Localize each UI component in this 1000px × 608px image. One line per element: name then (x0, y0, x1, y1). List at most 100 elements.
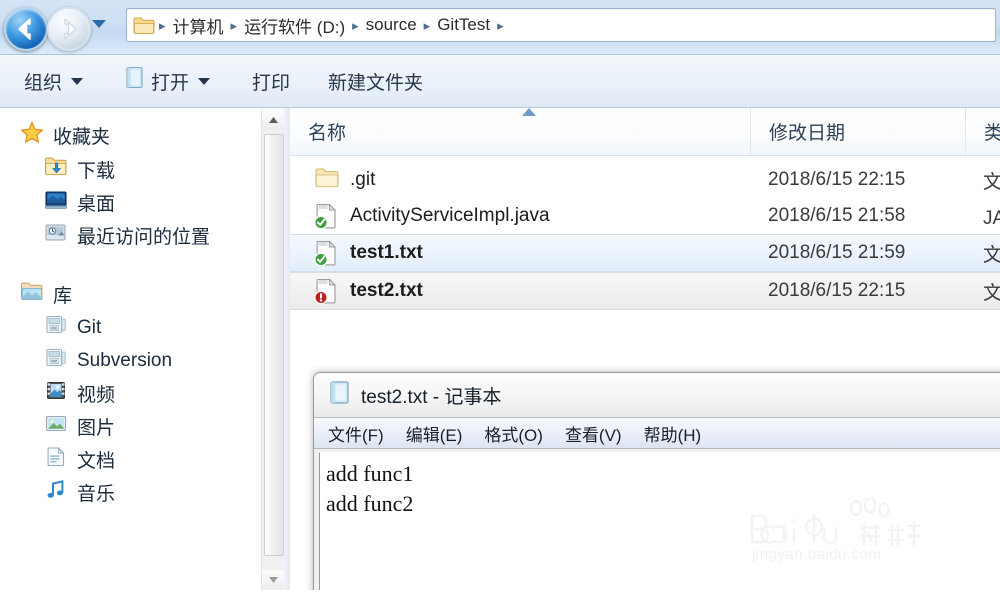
notepad-window[interactable]: test2.txt - 记事本 文件(F) 编辑(E) 格式(O) 查看(V) … (313, 372, 1000, 608)
breadcrumb-item-computer[interactable]: 计算机 (168, 13, 229, 38)
breadcrumb-separator[interactable]: ▸ (422, 19, 433, 32)
downloads-folder-icon (44, 156, 68, 183)
back-button[interactable] (4, 7, 48, 51)
sidebar-item-label: 最近访问的位置 (77, 227, 211, 248)
sidebar-item-label: 文档 (77, 451, 116, 472)
organize-label: 组织 (24, 72, 63, 94)
column-header-name[interactable]: 名称 (290, 108, 750, 155)
forward-arrow-icon (64, 18, 77, 40)
sidebar-item-label: 桌面 (77, 194, 116, 215)
music-icon (44, 479, 68, 506)
sidebar-item-downloads[interactable]: 下载 (0, 153, 258, 186)
recent-pages-dropdown[interactable] (92, 20, 106, 28)
notepad-menu-bar: 文件(F) 编辑(E) 格式(O) 查看(V) 帮助(H) (314, 417, 1000, 449)
file-icon (314, 239, 340, 267)
breadcrumb-separator[interactable]: ▸ (229, 19, 240, 32)
sidebar-item-label: 下载 (77, 161, 116, 182)
library-icon (44, 347, 68, 374)
breadcrumb-separator[interactable]: ▸ (350, 19, 361, 32)
print-label: 打印 (252, 72, 291, 94)
pictures-icon (44, 413, 68, 440)
sidebar-item-music[interactable]: 音乐 (0, 476, 258, 509)
sidebar-item-subversion[interactable]: Subversion (0, 344, 258, 377)
column-header-row: 名称 修改日期 类型 (290, 108, 1000, 156)
menu-help[interactable]: 帮助(H) (644, 421, 702, 446)
sidebar-item-recent-places[interactable]: 最近访问的位置 (0, 219, 258, 252)
forward-button[interactable] (47, 7, 91, 51)
file-type: JAVA 文件 (983, 207, 1000, 229)
star-icon (20, 121, 44, 150)
bottom-strip (0, 590, 1000, 608)
red-exclamation-overlay-icon (314, 290, 328, 305)
navigation-pane: 收藏夹 下载 桌面 最近访问的位置 库 Git Subversion 视频 图片… (0, 108, 258, 590)
folder-icon (314, 166, 340, 194)
sidebar-item-documents[interactable]: 文档 (0, 443, 258, 476)
nav-group-favorites[interactable]: 收藏夹 (0, 118, 258, 153)
print-button[interactable]: 打印 (244, 64, 298, 99)
new-folder-button[interactable]: 新建文件夹 (320, 64, 431, 99)
sidebar-item-pictures[interactable]: 图片 (0, 410, 258, 443)
sidebar-item-desktop[interactable]: 桌面 (0, 186, 258, 219)
table-row[interactable]: test2.txt 2018/6/15 22:15 文本文档 (290, 272, 1000, 310)
file-icon (314, 277, 340, 305)
sidebar-item-label: 图片 (77, 418, 116, 439)
nav-group-libraries[interactable]: 库 (0, 278, 258, 311)
menu-view[interactable]: 查看(V) (565, 421, 622, 446)
table-row[interactable]: ActivityServiceImpl.java 2018/6/15 21:58… (290, 198, 1000, 234)
scrollbar-thumb[interactable] (264, 134, 284, 556)
scroll-down-button[interactable] (262, 570, 284, 590)
table-row[interactable]: .git 2018/6/15 22:15 文件夹 (290, 162, 1000, 198)
sidebar-item-label: Git (77, 316, 102, 338)
column-header-date-modified[interactable]: 修改日期 (750, 108, 965, 155)
scroll-up-button[interactable] (262, 110, 284, 130)
sidebar-item-videos[interactable]: 视频 (0, 377, 258, 410)
column-label: 类型 (984, 123, 1000, 144)
file-name-cell: test2.txt (290, 277, 750, 305)
library-icon (44, 314, 68, 341)
column-label: 修改日期 (769, 123, 846, 144)
breadcrumb-separator[interactable]: ▸ (495, 19, 506, 32)
nav-group-label: 库 (53, 286, 73, 307)
column-label: 名称 (308, 123, 347, 144)
green-check-overlay-icon (314, 215, 328, 230)
breadcrumb-item-drive-d[interactable]: 运行软件 (D:) (239, 13, 350, 38)
document-icon (125, 66, 145, 96)
chevron-down-icon (268, 577, 278, 583)
file-date: 2018/6/15 22:15 (768, 280, 906, 301)
notepad-text-area[interactable]: add func1 add func2 (319, 452, 1000, 608)
breadcrumb-separator[interactable]: ▸ (157, 19, 168, 32)
table-row[interactable]: test1.txt 2018/6/15 21:59 文本文档 (290, 234, 1000, 272)
sidebar-item-label: 视频 (77, 385, 116, 406)
file-type: 文件夹 (983, 171, 1000, 193)
chevron-up-icon (268, 117, 278, 123)
documents-icon (44, 446, 68, 473)
notepad-title: test2.txt - 记事本 (361, 386, 502, 408)
libraries-icon (20, 281, 44, 308)
chevron-down-icon (198, 77, 211, 85)
organize-button[interactable]: 组织 (16, 64, 91, 99)
column-header-type[interactable]: 类型 (965, 108, 1000, 155)
open-button[interactable]: 打开 (117, 62, 218, 100)
sidebar-item-git[interactable]: Git (0, 311, 258, 344)
file-name: test2.txt (350, 280, 423, 301)
notepad-title-bar[interactable]: test2.txt - 记事本 (314, 373, 1000, 417)
nav-group-label: 收藏夹 (53, 127, 111, 148)
breadcrumb-item-source[interactable]: source (361, 15, 422, 35)
sidebar-item-label: Subversion (77, 349, 173, 371)
explorer-window: ▸ 计算机 ▸ 运行软件 (D:) ▸ source ▸ GitTest ▸ 组… (0, 0, 1000, 608)
file-name-cell: test1.txt (290, 239, 750, 267)
new-folder-label: 新建文件夹 (328, 72, 424, 94)
file-type: 文本文档 (983, 282, 1000, 304)
navigation-pane-scrollbar[interactable] (261, 110, 285, 590)
open-label: 打开 (151, 72, 190, 94)
file-type: 文本文档 (983, 244, 1000, 266)
breadcrumb-item-gittest[interactable]: GitTest (432, 15, 495, 35)
desktop-icon (44, 189, 68, 216)
menu-format[interactable]: 格式(O) (484, 421, 543, 446)
breadcrumb[interactable]: ▸ 计算机 ▸ 运行软件 (D:) ▸ source ▸ GitTest ▸ (126, 8, 996, 42)
menu-file[interactable]: 文件(F) (328, 421, 384, 446)
chevron-down-icon (71, 77, 84, 85)
menu-edit[interactable]: 编辑(E) (406, 421, 463, 446)
notepad-text-content: add func1 add func2 (326, 461, 414, 516)
file-date: 2018/6/15 21:58 (768, 205, 906, 226)
